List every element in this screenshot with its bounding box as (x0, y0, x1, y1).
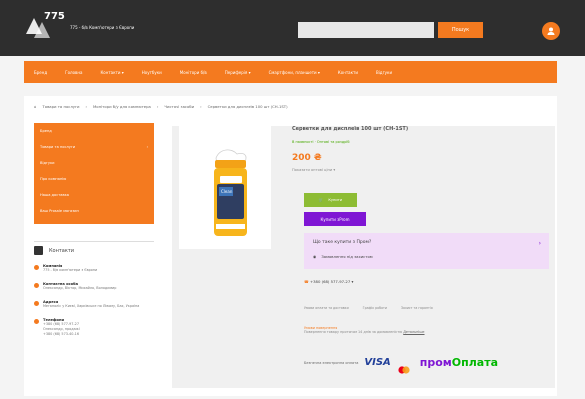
contact-company-value: 775 - б/в комп'ютери з Європи (43, 268, 98, 272)
mastercard-logo (397, 359, 411, 374)
site-header: 775 775 - б/в Комп'ютери з Європи Пошук (0, 0, 585, 56)
prom-question: Що таке купити з Пром? (313, 240, 372, 245)
logo-text: 775 (44, 11, 65, 22)
breadcrumb: ⌂ Товари та послуги › Монітори б/у для к… (34, 104, 288, 109)
return-policy: Умови повернення Повернення товару протя… (304, 326, 425, 334)
search-button[interactable]: Пошук (438, 22, 483, 38)
prom-info-box: Що таке купити з Пром? ◉ Замовлення під … (304, 233, 549, 269)
cart-icon: 🛒 (318, 198, 324, 202)
stock-status: В наявності · Оптові та роздріб (292, 140, 350, 144)
warranty-link[interactable]: Захист та гарантія (401, 306, 433, 310)
contact-phone-value-2[interactable]: +380 (68) 573-40-16 (43, 332, 80, 337)
search-input[interactable] (298, 22, 434, 38)
nav-item-home[interactable]: Головна (65, 70, 82, 75)
wipes-canister-image: Clean (214, 149, 247, 236)
contacts-heading: Контакти (34, 246, 154, 255)
sidebar-item-goods[interactable]: Товари та послуги › (34, 139, 154, 155)
contact-person-value: Олександр, Віктор, Михайло, Володимир (43, 286, 117, 290)
person-icon (34, 283, 39, 288)
sidebar-item-about[interactable]: Про компанію (34, 171, 154, 187)
prom-payment-logo-green: Оплата (451, 356, 499, 369)
site-tagline: 775 - б/в Комп'ютери з Європи (70, 24, 135, 30)
prom-protection-text: Замовлення під захистом (321, 254, 373, 259)
phone-icon: ☎ (304, 279, 309, 284)
sidebar-item-label: Ваш Prosale магазин (40, 209, 79, 213)
sidebar-item-label: Бренд (40, 129, 52, 133)
chevron-right-icon: › (146, 145, 148, 149)
svg-text:Clean: Clean (221, 189, 233, 194)
content-area: ⌂ Товари та послуги › Монітори б/у для к… (24, 96, 557, 396)
contacts-title: Контакти (49, 247, 75, 254)
buy-button-label: Купити (328, 198, 343, 202)
nav-item-contacts[interactable]: Контакти (338, 70, 358, 75)
product-title: Серветки для дисплеїв 100 шт (CH-1ST) (292, 126, 409, 132)
shield-icon: ◉ (313, 254, 317, 259)
product-card: Clean Серветки для дисплеїв 100 шт (CH-1… (172, 126, 555, 388)
prom-buy-label: Купити з (320, 216, 340, 222)
nav-item-periphery[interactable]: Периферія ▾ (225, 70, 251, 75)
payment-label: Безпечна електронна оплата (304, 360, 359, 365)
sidebar-item-reviews[interactable]: Відгуки (34, 155, 154, 171)
contact-company: Компанія 775 - б/в комп'ютери з Європи (34, 264, 154, 273)
sidebar-item-label: Наша доставка (40, 193, 69, 197)
breadcrumb-separator: › (156, 104, 159, 109)
breadcrumb-item-goods[interactable]: Товари та послуги (42, 104, 79, 109)
prom-protection-note: ◉ Замовлення під захистом (313, 254, 373, 259)
sidebar-item-delivery[interactable]: Наша доставка (34, 187, 154, 203)
product-info-links: Умови оплати та доставки Графік роботи З… (304, 306, 433, 310)
breadcrumb-separator: › (85, 104, 88, 109)
prom-payment-logo-text: пром (419, 356, 452, 369)
phone-icon (34, 319, 39, 324)
visa-logo: VISA (364, 357, 391, 368)
prom-logo: Prom (339, 216, 350, 222)
nav-item-laptops[interactable]: Ноутбуки (142, 70, 162, 75)
seller-phone[interactable]: ☎ +380 (68) 577-97-27 ▾ (304, 279, 353, 284)
breadcrumb-item-cleaners[interactable]: Чистячі засоби (164, 104, 194, 109)
contact-address-value: Мегаполіс у Києві, Харківське по Лівому,… (43, 304, 140, 308)
nav-item-phones[interactable]: Смартфони, планшети ▾ (269, 70, 320, 75)
return-policy-text: Повернення товару протягом 14 днів за до… (304, 330, 403, 334)
prom-payment-logo: промОплата (420, 356, 498, 369)
sidebar-item-brand[interactable]: Бренд (34, 123, 154, 139)
contact-card-icon (34, 246, 43, 255)
logo[interactable]: 775 775 - б/в Комп'ютери з Європи (24, 11, 135, 40)
sidebar-item-label: Відгуки (40, 161, 55, 165)
chevron-right-icon[interactable]: › (539, 240, 541, 247)
location-pin-icon (34, 301, 39, 306)
product-image[interactable]: Clean (179, 126, 271, 249)
logo-icon: 775 (24, 11, 65, 40)
seller-phone-number: +380 (68) 577-97-27 ▾ (309, 279, 354, 284)
contact-phones: Телефони +380 (68) 577-97-27 Олександр, пр… (34, 318, 154, 337)
sidebar-item-label: Товари та послуги (40, 145, 76, 149)
contact-person: Контактна особа Олександр, Віктор, Михайл… (34, 282, 154, 291)
contacts-panel: Контакти Компанія 775 - б/в комп'ютери з … (34, 241, 154, 391)
payment-methods: Безпечна електронна оплата VISA промОпла… (304, 356, 544, 374)
product-price: 200 ₴ (292, 153, 322, 163)
user-icon[interactable] (542, 22, 560, 40)
nav-item-monitors[interactable]: Монітори б/в (180, 70, 207, 75)
breadcrumb-item-current: Серветки для дисплеїв 100 шт (CH-1ST) (207, 104, 288, 109)
wholesale-prices-link[interactable]: Показати оптові ціни ▾ (292, 168, 335, 172)
return-policy-link[interactable]: Детальніше (403, 330, 424, 334)
nav-item-brand[interactable]: Бренд (34, 70, 47, 75)
breadcrumb-separator: › (200, 104, 202, 109)
buy-button[interactable]: 🛒 Купити (304, 193, 357, 207)
nav-item-reviews[interactable]: Відгуки (376, 70, 392, 75)
main-navigation: Бренд Головна Контакти ▾ Ноутбуки Моніто… (24, 61, 557, 83)
nav-item-contacts-menu[interactable]: Контакти ▾ (100, 70, 123, 75)
home-icon (34, 265, 39, 270)
schedule-link[interactable]: Графік роботи (363, 306, 387, 310)
delivery-terms-link[interactable]: Умови оплати та доставки (304, 306, 349, 310)
contact-address: Адреса Мегаполіс у Києві, Харківське по Л… (34, 300, 154, 309)
sidebar-item-label: Про компанію (40, 177, 67, 181)
breadcrumb-item-monitors[interactable]: Монітори б/у для компютера (93, 104, 151, 109)
sidebar-menu: Бренд Товари та послуги › Відгуки Про ком… (34, 123, 154, 224)
prom-buy-button[interactable]: Купити з Prom (304, 212, 366, 226)
sidebar-item-store[interactable]: Ваш Prosale магазин (34, 203, 154, 219)
home-icon[interactable]: ⌂ (34, 104, 36, 109)
